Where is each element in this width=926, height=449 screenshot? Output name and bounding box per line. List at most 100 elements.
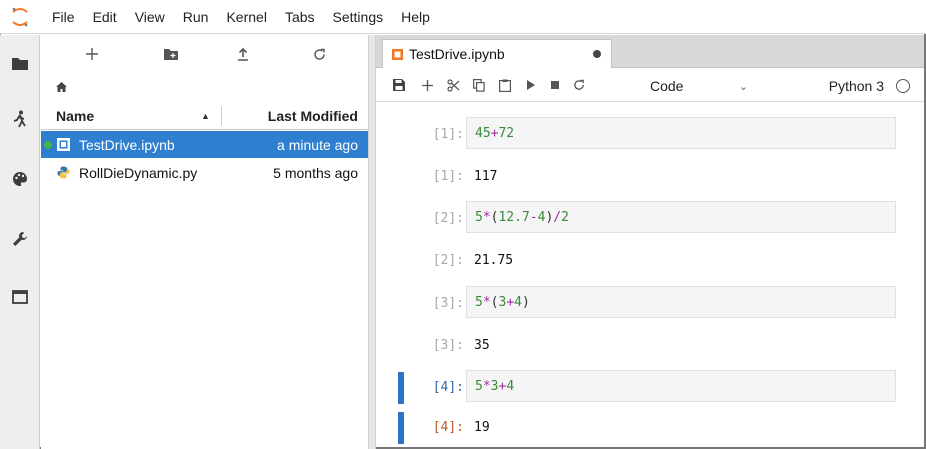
stop-icon[interactable] (546, 76, 564, 94)
run-icon[interactable] (522, 76, 540, 94)
tab-testdrive[interactable]: TestDrive.ipynb (382, 39, 612, 68)
code-token: 12.7 (498, 209, 530, 225)
code-token: 4 (537, 209, 546, 225)
code-token: 4 (506, 378, 515, 394)
paste-icon[interactable] (496, 76, 514, 94)
home-breadcrumb-icon[interactable] (53, 80, 69, 94)
input-prompt: [1]: (432, 127, 464, 142)
notebook-panel: TestDrive.ipynb Code ⌄ Python 3 [1]: 45 … (376, 35, 924, 447)
menu-help[interactable]: Help (392, 9, 439, 25)
code-token: 3 (490, 378, 499, 394)
code-token: - (529, 209, 538, 225)
notebook-icon (56, 138, 70, 152)
tab-title: TestDrive.ipynb (409, 46, 505, 62)
code-cell-input-active[interactable]: [4]: 5 * 3 + 4 (376, 370, 924, 406)
column-divider[interactable] (221, 106, 222, 126)
chevron-down-icon: ⌄ (738, 80, 748, 93)
code-token: 3 (498, 294, 507, 310)
input-prompt: [2]: (432, 211, 464, 226)
menu-run[interactable]: Run (174, 9, 218, 25)
cut-icon[interactable] (444, 76, 462, 94)
menu-settings[interactable]: Settings (324, 9, 393, 25)
code-token: 45 (475, 125, 491, 141)
cell-output: 35 (474, 338, 490, 353)
menu-edit[interactable]: Edit (84, 9, 126, 25)
wrench-icon[interactable] (10, 229, 30, 249)
cell-type-value: Code (650, 78, 684, 94)
menu-kernel[interactable]: Kernel (217, 9, 275, 25)
new-launcher-icon[interactable] (81, 44, 103, 64)
palette-icon[interactable] (10, 169, 30, 189)
running-indicator-icon (44, 140, 52, 149)
upload-icon[interactable] (232, 44, 254, 64)
menu-bar: File Edit View Run Kernel Tabs Settings … (0, 0, 926, 34)
panel-splitter[interactable] (368, 35, 376, 449)
menu-view[interactable]: View (126, 9, 174, 25)
unsaved-indicator-icon[interactable] (593, 50, 601, 58)
code-editor[interactable]: 45 + 72 (466, 117, 896, 149)
code-editor[interactable]: 5 * (3 + 4) (466, 286, 896, 318)
output-prompt: [1]: (432, 169, 464, 184)
sort-ascending-icon: ▲ (201, 110, 210, 121)
code-token: 2 (561, 209, 569, 225)
tab-bar: TestDrive.ipynb (376, 35, 924, 68)
code-editor[interactable]: 5 * (12.7 - 4) / 2 (466, 201, 896, 233)
tabs-icon[interactable] (10, 287, 30, 307)
code-token: * (482, 294, 491, 310)
left-sidebar-rail (0, 35, 40, 449)
menu-tabs[interactable]: Tabs (276, 9, 324, 25)
input-prompt: [3]: (432, 296, 464, 311)
output-prompt: [2]: (432, 253, 464, 268)
code-token: 72 (498, 125, 515, 141)
file-row-rolldiedynamic[interactable]: RollDieDynamic.py 5 months ago (41, 159, 368, 186)
menu-file[interactable]: File (40, 9, 84, 25)
running-icon[interactable] (10, 109, 30, 129)
kernel-status-icon (896, 79, 910, 93)
copy-icon[interactable] (470, 76, 488, 94)
cell-output: 117 (474, 169, 498, 184)
code-token: 5 (475, 294, 483, 310)
input-prompt: [4]: (432, 380, 464, 395)
code-token: 5 (475, 378, 483, 394)
restart-kernel-icon[interactable] (570, 76, 588, 94)
file-browser-toolbar (41, 35, 368, 73)
notebook-icon (391, 48, 403, 60)
code-cell-input[interactable]: [3]: 5 * (3 + 4) (376, 286, 924, 322)
code-token: ) (521, 294, 530, 310)
code-token: ) (545, 209, 554, 225)
insert-cell-icon[interactable] (418, 76, 436, 94)
code-token: 5 (475, 209, 483, 225)
input-collapser[interactable] (398, 372, 404, 404)
folder-icon[interactable] (10, 53, 30, 73)
file-modified: a minute ago (277, 136, 358, 153)
cell-type-select[interactable]: Code ⌄ (650, 76, 758, 96)
code-editor[interactable]: 5 * 3 + 4 (466, 370, 896, 402)
output-collapser[interactable] (398, 412, 404, 444)
file-browser-panel: Name ▲ Last Modified TestDrive.ipynb a m… (41, 35, 368, 449)
code-cell-output: [3]: 35 (376, 328, 924, 364)
new-folder-icon[interactable] (160, 44, 182, 64)
code-cell-input[interactable]: [1]: 45 + 72 (376, 117, 924, 153)
column-header-modified[interactable]: Last Modified (268, 108, 358, 124)
code-token: / (553, 209, 562, 225)
notebook-toolbar: Code ⌄ Python 3 (376, 69, 924, 102)
refresh-icon[interactable] (308, 44, 330, 64)
cell-output: 21.75 (474, 253, 514, 268)
code-token: ( (490, 294, 499, 310)
code-token: ( (490, 209, 499, 225)
file-name: RollDieDynamic.py (79, 164, 198, 181)
column-header-name[interactable]: Name (56, 108, 94, 124)
code-token: + (506, 294, 515, 310)
save-icon[interactable] (390, 76, 408, 94)
code-token: * (482, 209, 491, 225)
code-token: 4 (514, 294, 522, 310)
output-prompt: [4]: (432, 420, 464, 435)
code-token: + (490, 125, 499, 141)
code-cell-output: [2]: 21.75 (376, 243, 924, 279)
code-cell-input[interactable]: [2]: 5 * (12.7 - 4) / 2 (376, 201, 924, 237)
file-row-testdrive[interactable]: TestDrive.ipynb a minute ago (41, 131, 368, 158)
file-list-header: Name ▲ Last Modified (41, 102, 368, 130)
code-token: * (482, 378, 491, 394)
code-cell-output: [1]: 117 (376, 159, 924, 195)
kernel-name[interactable]: Python 3 (829, 78, 884, 94)
